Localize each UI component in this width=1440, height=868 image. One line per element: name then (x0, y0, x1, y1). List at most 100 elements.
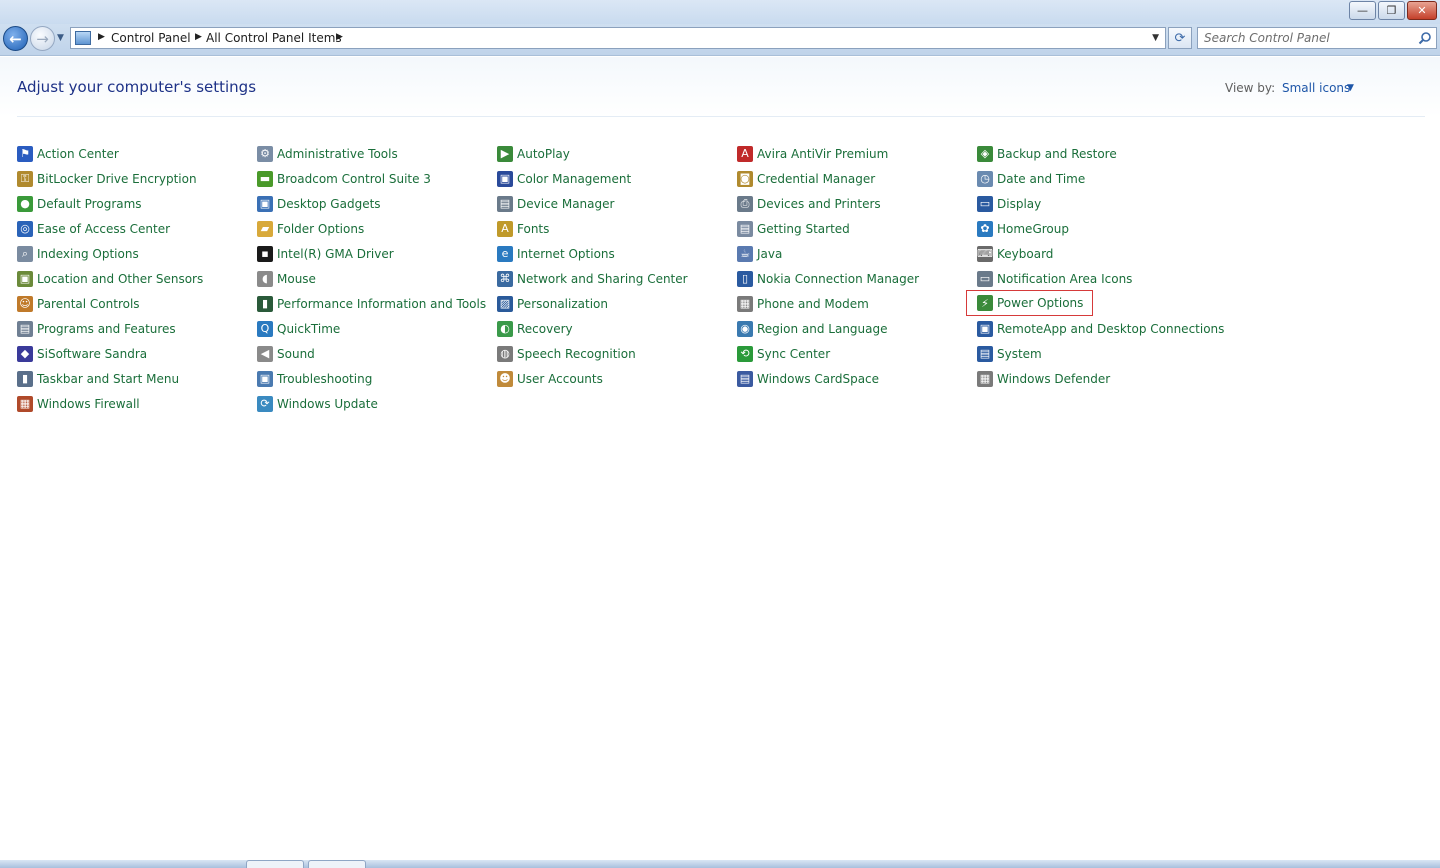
control-panel-item-label[interactable]: QuickTime (277, 322, 340, 336)
control-panel-item-label[interactable]: Backup and Restore (997, 147, 1117, 161)
breadcrumb-chevron-icon[interactable]: ▶ (336, 32, 343, 42)
control-panel-item-label[interactable]: Default Programs (37, 197, 142, 211)
control-panel-item-label[interactable]: SiSoftware Sandra (37, 347, 147, 361)
control-panel-item-label[interactable]: Performance Information and Tools (277, 297, 486, 311)
control-panel-item[interactable]: ◈ Backup and Restore (977, 143, 1117, 164)
control-panel-item-label[interactable]: Region and Language (757, 322, 888, 336)
taskbar-button[interactable] (246, 860, 304, 868)
back-button[interactable]: ← (3, 26, 28, 51)
control-panel-item-label[interactable]: Mouse (277, 272, 316, 286)
search-box[interactable] (1197, 27, 1437, 49)
control-panel-item[interactable]: ▰ Folder Options (257, 218, 364, 239)
control-panel-item-label[interactable]: Windows CardSpace (757, 372, 879, 386)
control-panel-item-label[interactable]: Broadcom Control Suite 3 (277, 172, 431, 186)
control-panel-item[interactable]: ◀ Sound (257, 343, 315, 364)
control-panel-item-label[interactable]: Indexing Options (37, 247, 139, 261)
control-panel-item[interactable]: ✿ HomeGroup (977, 218, 1069, 239)
control-panel-item[interactable]: ⌕ Indexing Options (17, 243, 139, 264)
forward-button[interactable]: → (30, 26, 55, 51)
control-panel-item-label[interactable]: Windows Update (277, 397, 378, 411)
view-by-dropdown[interactable]: Small icons (1282, 81, 1350, 95)
control-panel-item[interactable]: ◖ Mouse (257, 268, 316, 289)
control-panel-item[interactable]: ◎ Ease of Access Center (17, 218, 170, 239)
taskbar-button[interactable] (308, 860, 366, 868)
control-panel-item[interactable]: ▣ Troubleshooting (257, 368, 372, 389)
control-panel-item[interactable]: ▦ Windows Firewall (17, 393, 140, 414)
control-panel-item-label[interactable]: Date and Time (997, 172, 1085, 186)
control-panel-item-label[interactable]: Devices and Printers (757, 197, 881, 211)
control-panel-item[interactable]: ▤ Getting Started (737, 218, 850, 239)
breadcrumb-control-panel[interactable]: Control Panel (111, 31, 191, 45)
control-panel-item-label[interactable]: Sound (277, 347, 315, 361)
control-panel-item-label[interactable]: Credential Manager (757, 172, 875, 186)
control-panel-item-label[interactable]: Action Center (37, 147, 119, 161)
maximize-button[interactable]: ❐ (1378, 1, 1405, 20)
control-panel-item-label[interactable]: Ease of Access Center (37, 222, 170, 236)
control-panel-item-label[interactable]: Phone and Modem (757, 297, 869, 311)
control-panel-item-label[interactable]: HomeGroup (997, 222, 1069, 236)
control-panel-item[interactable]: ☻ User Accounts (497, 368, 603, 389)
control-panel-item[interactable]: ⚿ BitLocker Drive Encryption (17, 168, 197, 189)
control-panel-item-label[interactable]: Color Management (517, 172, 631, 186)
breadcrumb-chevron-icon[interactable]: ▶ (195, 32, 202, 42)
control-panel-item[interactable]: Q QuickTime (257, 318, 340, 339)
close-button[interactable]: ✕ (1407, 1, 1437, 20)
control-panel-item-label[interactable]: Windows Defender (997, 372, 1110, 386)
control-panel-item[interactable]: ▤ Windows CardSpace (737, 368, 879, 389)
control-panel-item-label[interactable]: User Accounts (517, 372, 603, 386)
control-panel-item-label[interactable]: Getting Started (757, 222, 850, 236)
control-panel-item[interactable]: ▣ Location and Other Sensors (17, 268, 203, 289)
control-panel-item[interactable]: ☺ Parental Controls (17, 293, 140, 314)
view-by-caret-icon[interactable]: ▼ (1347, 83, 1354, 93)
control-panel-item[interactable]: ▦ Phone and Modem (737, 293, 869, 314)
control-panel-item[interactable]: ◍ Speech Recognition (497, 343, 636, 364)
control-panel-item[interactable]: ▪ Intel(R) GMA Driver (257, 243, 394, 264)
control-panel-item-label[interactable]: Taskbar and Start Menu (37, 372, 179, 386)
control-panel-item-label[interactable]: Notification Area Icons (997, 272, 1132, 286)
control-panel-item[interactable]: ▣ Color Management (497, 168, 631, 189)
control-panel-item[interactable]: ◉ Region and Language (737, 318, 888, 339)
control-panel-item[interactable]: ◆ SiSoftware Sandra (17, 343, 147, 364)
control-panel-item-label[interactable]: Display (997, 197, 1041, 211)
control-panel-item[interactable]: ◐ Recovery (497, 318, 573, 339)
control-panel-item-label[interactable]: Fonts (517, 222, 549, 236)
refresh-button[interactable]: ⟳ (1168, 27, 1192, 49)
control-panel-item[interactable]: ▣ Desktop Gadgets (257, 193, 381, 214)
control-panel-item[interactable]: ▶ AutoPlay (497, 143, 570, 164)
control-panel-item[interactable]: e Internet Options (497, 243, 615, 264)
control-panel-item-label[interactable]: Nokia Connection Manager (757, 272, 919, 286)
control-panel-item[interactable]: ⟲ Sync Center (737, 343, 830, 364)
control-panel-item[interactable]: A Avira AntiVir Premium (737, 143, 888, 164)
control-panel-item-label[interactable]: Keyboard (997, 247, 1053, 261)
control-panel-item-label[interactable]: AutoPlay (517, 147, 570, 161)
control-panel-item[interactable]: ◙ Credential Manager (737, 168, 875, 189)
control-panel-item-label[interactable]: Location and Other Sensors (37, 272, 203, 286)
control-panel-item[interactable]: ▯ Nokia Connection Manager (737, 268, 919, 289)
breadcrumb-all-items[interactable]: All Control Panel Items (206, 31, 342, 45)
control-panel-item-label[interactable]: Personalization (517, 297, 608, 311)
control-panel-item[interactable]: ▤ System (977, 343, 1042, 364)
breadcrumb-chevron-icon[interactable]: ▶ (98, 32, 105, 42)
recent-pages-dropdown[interactable]: ▼ (57, 33, 64, 43)
control-panel-item[interactable]: ⟳ Windows Update (257, 393, 378, 414)
control-panel-item[interactable]: ⚑ Action Center (17, 143, 119, 164)
control-panel-item[interactable]: ⎙ Devices and Printers (737, 193, 881, 214)
control-panel-item[interactable]: ▭ Display (977, 193, 1041, 214)
control-panel-item[interactable]: ▮ Performance Information and Tools (257, 293, 486, 314)
control-panel-item[interactable]: ⌘ Network and Sharing Center (497, 268, 688, 289)
control-panel-item[interactable]: ▨ Personalization (497, 293, 608, 314)
control-panel-item-label[interactable]: Desktop Gadgets (277, 197, 381, 211)
control-panel-item-label[interactable]: Folder Options (277, 222, 364, 236)
control-panel-item-label[interactable]: BitLocker Drive Encryption (37, 172, 197, 186)
control-panel-item[interactable]: ☕ Java (737, 243, 782, 264)
control-panel-item[interactable]: ▬ Broadcom Control Suite 3 (257, 168, 431, 189)
minimize-button[interactable]: — (1349, 1, 1376, 20)
control-panel-item[interactable]: ▭ Notification Area Icons (977, 268, 1132, 289)
control-panel-item-label[interactable]: Intel(R) GMA Driver (277, 247, 394, 261)
control-panel-item[interactable]: ▮ Taskbar and Start Menu (17, 368, 179, 389)
control-panel-item-label[interactable]: System (997, 347, 1042, 361)
control-panel-item[interactable]: ▦ Windows Defender (977, 368, 1110, 389)
control-panel-item-label[interactable]: Programs and Features (37, 322, 176, 336)
control-panel-item[interactable]: ◷ Date and Time (977, 168, 1085, 189)
control-panel-item[interactable]: ▤ Device Manager (497, 193, 614, 214)
